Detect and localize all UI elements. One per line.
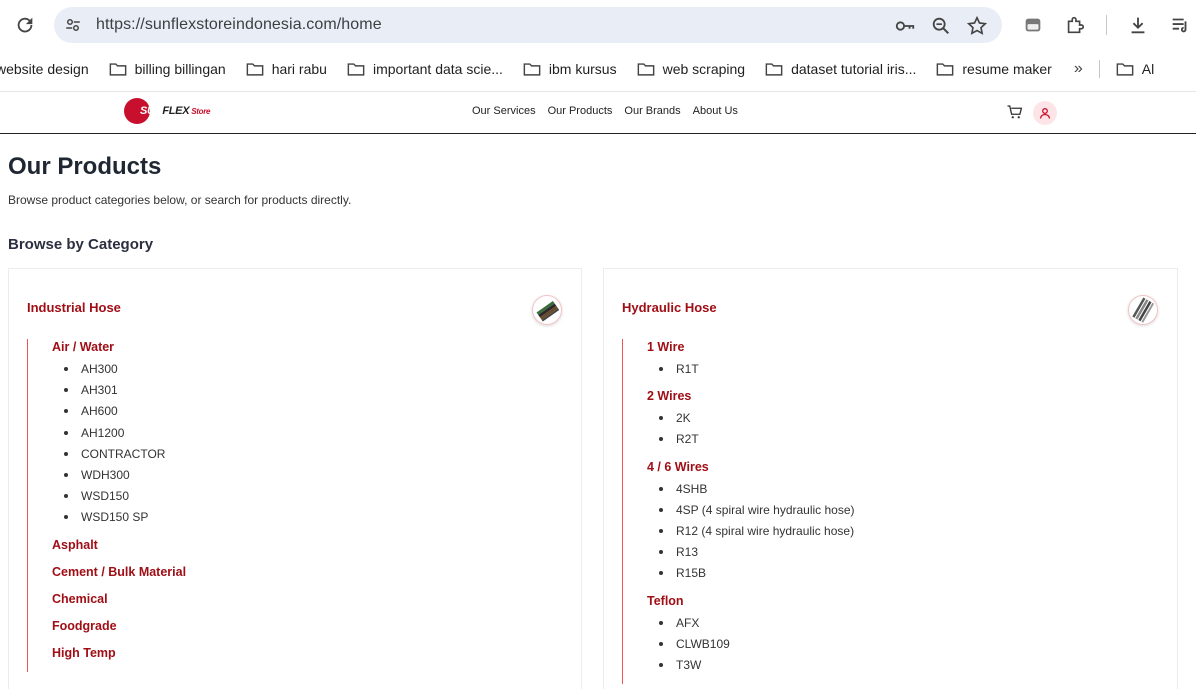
product-list: AFX CLWB109 T3W bbox=[647, 615, 1147, 679]
bookmark-label: ibm kursus bbox=[548, 61, 617, 77]
site-header: SUNFLEX Store Our Services Our Products O… bbox=[0, 91, 1196, 134]
product-item[interactable]: AFX bbox=[647, 615, 1147, 636]
nav-about-us[interactable]: About Us bbox=[693, 105, 738, 117]
bookmark-folder[interactable]: billing billingan bbox=[109, 61, 226, 77]
category-card-hydraulic-hose: Hydraulic Hose 1 Wire R1T 2 Wires 2K R2T… bbox=[603, 268, 1178, 689]
product-item[interactable]: R12 (4 spiral wire hydraulic hose) bbox=[647, 523, 1147, 544]
product-list: 4SHB 4SP (4 spiral wire hydraulic hose) … bbox=[647, 481, 1147, 587]
folder-icon bbox=[637, 63, 654, 76]
section-title: Browse by Category bbox=[8, 236, 154, 253]
nav-our-products[interactable]: Our Products bbox=[548, 105, 613, 117]
subcategory-teflon[interactable]: Teflon bbox=[647, 593, 1147, 615]
extensions-puzzle-icon[interactable] bbox=[1064, 14, 1086, 36]
bookmark-folder[interactable]: important data scie... bbox=[347, 61, 503, 77]
sunflex-logo[interactable]: SUNFLEX Store bbox=[124, 98, 211, 124]
product-item[interactable]: T3W bbox=[647, 657, 1147, 678]
bookmark-folder[interactable]: resume maker bbox=[936, 61, 1052, 77]
product-item[interactable]: WDH300 bbox=[52, 467, 552, 488]
bookmark-label: Al bbox=[1141, 61, 1155, 77]
category-title[interactable]: Industrial Hose bbox=[27, 300, 121, 315]
bookmark-label: resume maker bbox=[962, 61, 1052, 77]
bookmark-label: web scraping bbox=[662, 61, 746, 77]
main-nav: Our Services Our Products Our Brands Abo… bbox=[472, 105, 738, 117]
product-item[interactable]: 4SHB bbox=[647, 481, 1147, 502]
user-avatar[interactable] bbox=[1033, 101, 1057, 125]
site-settings-icon[interactable] bbox=[64, 16, 82, 34]
category-tree: 1 Wire R1T 2 Wires 2K R2T 4 / 6 Wires 4S… bbox=[622, 339, 1147, 685]
product-item[interactable]: AH301 bbox=[52, 382, 552, 403]
subcategory-1-wire[interactable]: 1 Wire bbox=[647, 339, 1147, 361]
subcategory-4-6-wires[interactable]: 4 / 6 Wires bbox=[647, 459, 1147, 481]
nav-our-services[interactable]: Our Services bbox=[472, 105, 536, 117]
product-item[interactable]: R1T bbox=[647, 361, 1147, 382]
reload-icon[interactable] bbox=[14, 14, 36, 36]
product-item[interactable]: AH1200 bbox=[52, 425, 552, 446]
product-list: 2K R2T bbox=[647, 410, 1147, 452]
bookmark-folder[interactable]: ibm kursus bbox=[523, 61, 617, 77]
bookmark-star-icon[interactable] bbox=[966, 15, 988, 37]
bookmark-folder[interactable]: Al bbox=[1116, 61, 1154, 77]
bookmark-folder[interactable]: web scraping bbox=[637, 61, 746, 77]
product-item[interactable]: WSD150 bbox=[52, 488, 552, 509]
page-subtitle: Browse product categories below, or sear… bbox=[8, 193, 352, 207]
user-icon bbox=[1039, 108, 1051, 119]
folder-icon bbox=[1116, 63, 1134, 76]
industrial-hose-thumbnail bbox=[532, 295, 562, 325]
bookmark-folder[interactable]: website design bbox=[0, 61, 89, 77]
toolbar-separator bbox=[1106, 15, 1107, 35]
password-key-icon[interactable] bbox=[894, 15, 916, 37]
product-item[interactable]: 4SP (4 spiral wire hydraulic hose) bbox=[647, 502, 1147, 523]
subcategory-air-water[interactable]: Air / Water bbox=[52, 339, 552, 361]
bookmark-label: important data scie... bbox=[372, 61, 503, 77]
browser-toolbar: https://sunflexstoreindonesia.com/home bbox=[0, 0, 1196, 52]
folder-icon bbox=[109, 63, 126, 76]
category-title[interactable]: Hydraulic Hose bbox=[622, 300, 717, 315]
product-item[interactable]: R15B bbox=[647, 565, 1147, 586]
product-item[interactable]: R13 bbox=[647, 544, 1147, 565]
bookmark-label: hari rabu bbox=[271, 61, 327, 77]
product-item[interactable]: AH600 bbox=[52, 403, 552, 424]
product-item[interactable]: WSD150 SP bbox=[52, 509, 552, 530]
product-list: AH300 AH301 AH600 AH1200 CONTRACTOR WDH3… bbox=[52, 361, 552, 531]
bookmark-label: dataset tutorial iris... bbox=[791, 61, 917, 77]
bookmark-separator bbox=[1098, 60, 1100, 78]
category-card-industrial-hose: Industrial Hose Air / Water AH300 AH301 … bbox=[8, 268, 582, 689]
logo-wordmark: SUNFLEX Store bbox=[140, 105, 211, 117]
folder-icon bbox=[937, 63, 954, 76]
address-bar[interactable]: https://sunflexstoreindonesia.com/home bbox=[54, 7, 1002, 43]
bookmarks-bar: website design billing billingan hari ra… bbox=[0, 52, 1196, 86]
folder-icon bbox=[347, 63, 365, 76]
hydraulic-hose-thumbnail bbox=[1128, 295, 1158, 325]
subcategory-chemical[interactable]: Chemical bbox=[52, 591, 552, 618]
subcategory-2-wires[interactable]: 2 Wires bbox=[647, 388, 1147, 410]
url-text[interactable]: https://sunflexstoreindonesia.com/home bbox=[96, 16, 382, 34]
bookmark-label: billing billingan bbox=[134, 61, 226, 77]
bookmark-folder[interactable]: dataset tutorial iris... bbox=[765, 61, 916, 77]
zoom-icon[interactable] bbox=[930, 15, 952, 37]
page-title: Our Products bbox=[8, 153, 162, 180]
product-item[interactable]: R2T bbox=[647, 431, 1147, 452]
nav-our-brands[interactable]: Our Brands bbox=[624, 105, 680, 117]
folder-icon bbox=[246, 63, 264, 76]
bookmark-label: website design bbox=[0, 61, 89, 77]
bookmark-folder[interactable]: hari rabu bbox=[246, 61, 327, 77]
product-list: R1T bbox=[647, 361, 1147, 382]
chevron-double-right-icon[interactable]: » bbox=[1074, 60, 1083, 78]
folder-icon bbox=[523, 63, 541, 76]
download-icon[interactable] bbox=[1127, 14, 1149, 36]
folder-icon bbox=[765, 63, 783, 76]
subcategory-foodgrade[interactable]: Foodgrade bbox=[52, 618, 552, 645]
product-item[interactable]: AH300 bbox=[52, 361, 552, 382]
subcategory-cement[interactable]: Cement / Bulk Material bbox=[52, 564, 552, 591]
subcategory-high-temp[interactable]: High Temp bbox=[52, 645, 552, 672]
subcategory-asphalt[interactable]: Asphalt bbox=[52, 537, 552, 564]
reading-list-icon[interactable] bbox=[1169, 14, 1191, 36]
tab-search-icon[interactable] bbox=[1022, 14, 1044, 36]
category-tree: Air / Water AH300 AH301 AH600 AH1200 CON… bbox=[27, 339, 552, 672]
product-item[interactable]: CLWB109 bbox=[647, 636, 1147, 657]
product-item[interactable]: CONTRACTOR bbox=[52, 446, 552, 467]
cart-icon[interactable] bbox=[1006, 103, 1024, 121]
product-item[interactable]: 2K bbox=[647, 410, 1147, 431]
